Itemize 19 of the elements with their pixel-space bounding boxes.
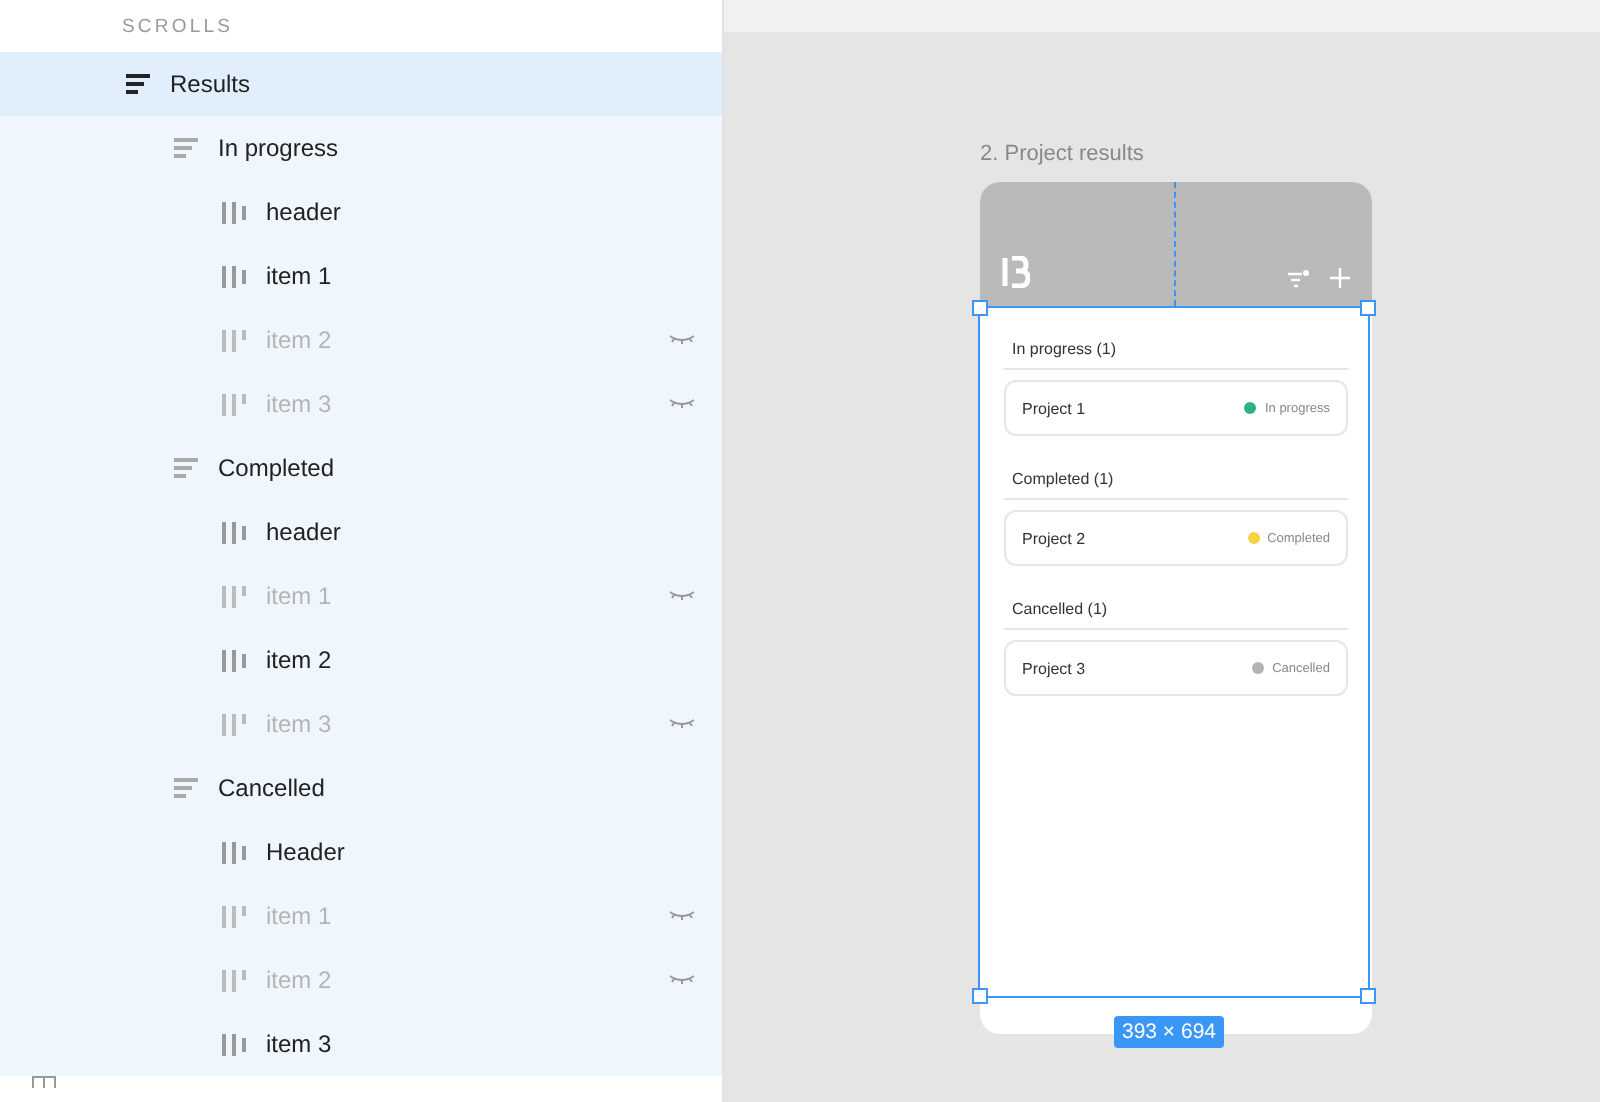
- layer-row[interactable]: header: [0, 500, 722, 564]
- layer-row[interactable]: Completed: [0, 436, 722, 500]
- project-name: Project 2: [1022, 529, 1086, 547]
- layer-row[interactable]: item 2: [0, 628, 722, 692]
- layer-row[interactable]: header: [0, 180, 722, 244]
- layer-row[interactable]: Cancelled: [0, 756, 722, 820]
- layer-row[interactable]: item 3: [0, 1012, 722, 1076]
- section-title: Completed (1): [1004, 462, 1348, 500]
- frame-title: 2. Project results: [980, 142, 1146, 170]
- layer-row[interactable]: item 1: [0, 244, 722, 308]
- project-name: Project 1: [1022, 399, 1086, 417]
- section-title: In progress (1): [1004, 332, 1348, 370]
- layer-row[interactable]: Header: [0, 820, 722, 884]
- section-title: SCROLLS: [120, 13, 236, 41]
- layer-row[interactable]: In progress: [0, 116, 722, 180]
- project-name: Project 3: [1022, 659, 1086, 677]
- section-title: Cancelled (1): [1004, 592, 1348, 630]
- size-badge: 393 × 694: [1114, 1016, 1225, 1048]
- layer-row[interactable]: Results: [0, 52, 722, 116]
